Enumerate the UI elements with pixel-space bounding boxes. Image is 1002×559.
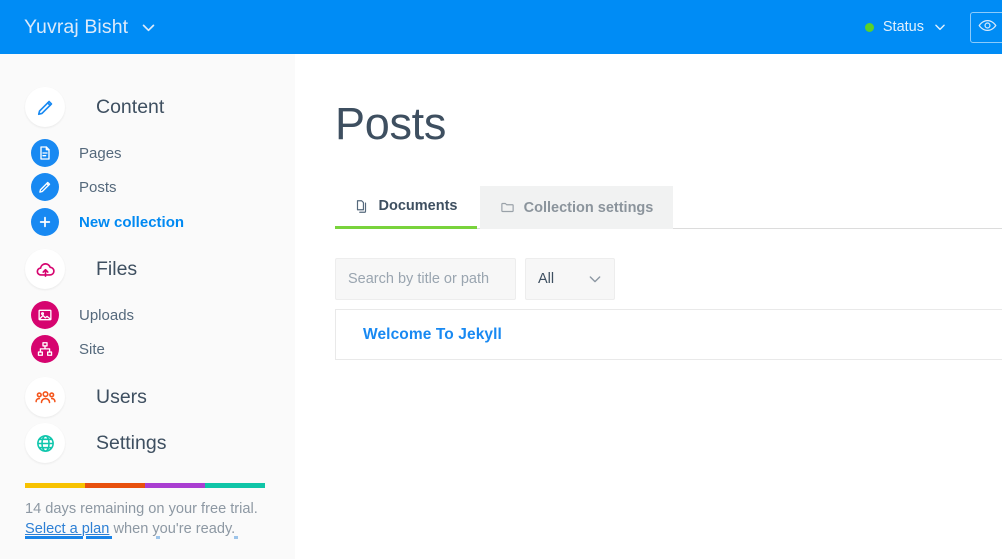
clipped-footer-link-1[interactable] <box>25 536 83 539</box>
documents-icon <box>355 199 370 214</box>
sidebar-item-label: Posts <box>79 179 117 196</box>
sidebar-section-content[interactable]: Content <box>25 87 164 127</box>
top-header-bar: Yuvraj Bisht Status <box>0 0 1002 54</box>
main-content-area: Posts Documents Collection settings All <box>295 54 1002 559</box>
tab-label: Documents <box>379 198 458 214</box>
globe-icon <box>25 423 65 463</box>
trial-segment-2 <box>85 483 145 488</box>
status-indicator-dot <box>865 23 874 32</box>
users-icon <box>25 377 65 417</box>
user-account-menu[interactable]: Yuvraj Bisht <box>24 0 157 54</box>
pencil-icon <box>25 87 65 127</box>
document-title-link[interactable]: Welcome To Jekyll <box>363 326 502 344</box>
trial-progress-bar <box>25 483 265 488</box>
sidebar-section-label: Content <box>96 96 164 119</box>
tab-documents[interactable]: Documents <box>335 186 477 229</box>
filter-type-dropdown[interactable]: All <box>525 258 615 300</box>
image-icon <box>31 301 59 329</box>
search-input[interactable] <box>335 258 516 300</box>
sidebar-section-users[interactable]: Users <box>25 377 147 417</box>
cloud-upload-icon <box>25 249 65 289</box>
document-list-item[interactable]: Welcome To Jekyll <box>335 309 1002 360</box>
pencil-icon <box>31 173 59 201</box>
sitemap-icon <box>31 335 59 363</box>
preview-site-button[interactable] <box>970 12 1002 43</box>
status-menu[interactable]: Status <box>865 0 947 54</box>
sidebar-section-settings[interactable]: Settings <box>25 423 166 463</box>
trial-segment-3 <box>145 483 205 488</box>
clipped-footer-glyph-1 <box>156 536 160 539</box>
sidebar-item-site[interactable]: Site <box>31 329 105 369</box>
clipped-footer-glyph-2 <box>234 536 238 539</box>
sidebar-section-label: Settings <box>96 432 166 455</box>
plus-icon <box>31 208 59 236</box>
trial-remaining-text: 14 days remaining on your free trial. <box>25 499 285 519</box>
trial-segment-4 <box>205 483 265 488</box>
sidebar-item-posts[interactable]: Posts <box>31 167 117 207</box>
sidebar-section-label: Files <box>96 258 137 281</box>
tab-label: Collection settings <box>524 200 654 216</box>
user-name-label: Yuvraj Bisht <box>24 16 128 39</box>
select-a-plan-link[interactable]: Select a plan <box>25 521 109 537</box>
sidebar-item-label: Pages <box>79 145 122 162</box>
app-window: Yuvraj Bisht Status <box>0 0 1002 559</box>
chevron-down-icon <box>587 271 603 287</box>
primary-sidebar: Content Pages Posts New collection <box>0 54 295 559</box>
sidebar-item-label: Uploads <box>79 307 134 324</box>
trial-segment-1 <box>25 483 85 488</box>
sidebar-section-files[interactable]: Files <box>25 249 137 289</box>
tab-collection-settings[interactable]: Collection settings <box>480 186 673 229</box>
clipped-footer-link-2[interactable] <box>86 536 112 539</box>
eye-icon <box>978 16 997 40</box>
sidebar-item-label: New collection <box>79 214 184 231</box>
sidebar-footer-links <box>25 536 285 559</box>
sidebar-section-label: Users <box>96 386 147 409</box>
trial-cta-suffix: when you're ready. <box>109 521 235 537</box>
sidebar-item-new-collection[interactable]: New collection <box>31 202 184 242</box>
chevron-down-icon <box>933 20 947 34</box>
filter-selected-value: All <box>538 271 554 287</box>
status-label: Status <box>883 19 924 35</box>
folder-icon <box>500 200 515 215</box>
document-icon <box>31 139 59 167</box>
sidebar-item-label: Site <box>79 341 105 358</box>
page-title: Posts <box>335 98 446 150</box>
chevron-down-icon <box>140 19 157 36</box>
